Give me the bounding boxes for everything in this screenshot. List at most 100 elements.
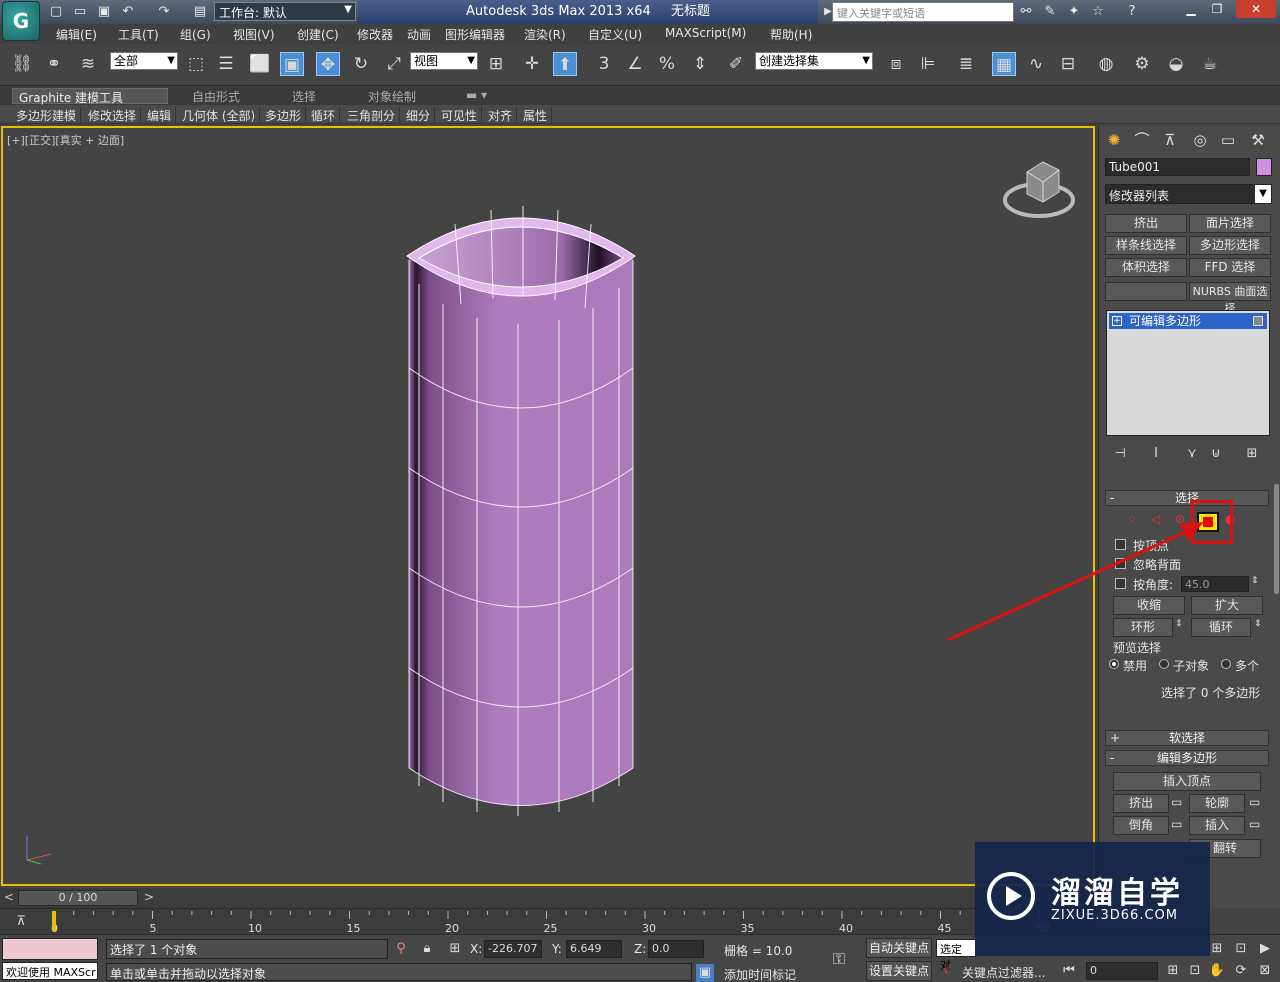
extrude-settings-icon[interactable]: ▭ — [1171, 795, 1182, 809]
ribbon-loops[interactable]: 循环 — [307, 107, 341, 124]
vertex-icon[interactable]: ⁘ — [1127, 512, 1137, 526]
menu-tools[interactable]: 工具(T) — [118, 26, 159, 43]
menu-customize[interactable]: 自定义(U) — [588, 26, 642, 43]
spinner-arrows-icon[interactable]: ⇕ — [1251, 576, 1259, 586]
pivot-center-icon[interactable]: ⊞ — [484, 52, 508, 76]
extrude-modifier-button[interactable]: 挤出 — [1105, 214, 1187, 233]
time-config-icon[interactable]: ⊞ — [1164, 962, 1182, 980]
lock-selection-icon[interactable]: 🔒︎ — [418, 940, 436, 958]
percent-snap-icon[interactable]: % — [655, 52, 679, 76]
selection-rollout-header[interactable]: - 选择 — [1105, 490, 1269, 506]
object-color-swatch[interactable] — [1256, 158, 1272, 176]
bevel-settings-icon[interactable]: ▭ — [1171, 817, 1182, 831]
workspace-dropdown[interactable]: 工作台: 默认 ▼ — [214, 2, 356, 21]
rendered-frame-window-icon[interactable]: ◒ — [1164, 52, 1188, 76]
tab-graphite-modeling[interactable]: Graphite 建模工具 — [12, 88, 168, 105]
ribbon-modify-selection[interactable]: 修改选择 — [84, 107, 142, 124]
select-and-link-icon[interactable]: ⛓ — [10, 52, 34, 76]
zoom-extents-icon[interactable]: ⊡ — [1186, 962, 1204, 980]
ribbon-properties[interactable]: 属性 — [519, 107, 553, 124]
spinner-snap-icon[interactable]: ⇕ — [688, 52, 712, 76]
nurbs-surface-select-button[interactable]: NURBS 曲面选择 — [1189, 282, 1271, 315]
mirror-icon[interactable]: ⧈ — [884, 52, 908, 76]
object-name-field[interactable]: Tube001 — [1105, 158, 1250, 176]
show-end-result-icon[interactable]: Ⅰ — [1147, 446, 1165, 464]
vol-select-button[interactable]: 体积选择 — [1105, 258, 1187, 277]
add-time-tag-icon[interactable]: ▣ — [696, 964, 714, 982]
window-crossing-icon[interactable]: ▣ — [280, 52, 304, 76]
maximize-icon[interactable]: ❐ — [1204, 0, 1230, 18]
curve-editor-icon[interactable]: ∿ — [1024, 52, 1048, 76]
close-icon[interactable]: ✕ — [1236, 0, 1276, 18]
next-frame-icon[interactable]: > — [144, 890, 154, 904]
menu-maxscript[interactable]: MAXScript(M) — [665, 26, 746, 40]
time-slider[interactable]: < 0 / 100 > — [0, 888, 1096, 908]
align-icon[interactable]: ⊫ — [916, 52, 940, 76]
menu-views[interactable]: 视图(V) — [233, 26, 275, 43]
keyboard-shortcut-override-icon[interactable]: ⬆ — [553, 52, 577, 76]
undo-icon[interactable]: ↶ — [120, 4, 136, 20]
menu-create[interactable]: 创建(C) — [297, 26, 339, 43]
make-unique-icon[interactable]: ⋎ — [1183, 446, 1201, 464]
ring-button[interactable]: 环形 — [1113, 618, 1173, 637]
by-vertex-checkbox[interactable] — [1115, 539, 1126, 550]
menu-modifiers[interactable]: 修改器 — [357, 26, 393, 43]
ribbon-visibility[interactable]: 可见性 — [437, 107, 483, 124]
current-frame-marker[interactable] — [52, 911, 56, 931]
field-of-view-icon[interactable]: ▶ — [1256, 940, 1274, 958]
create-tab-icon[interactable]: ✺ — [1103, 129, 1125, 151]
ribbon-options-icon[interactable]: ▬ ▾ — [460, 88, 493, 104]
select-object-icon[interactable]: ⬚ — [184, 52, 208, 76]
ribbon-edit[interactable]: 编辑 — [143, 107, 177, 124]
by-angle-checkbox[interactable] — [1115, 578, 1126, 589]
empty-modifier-button[interactable] — [1105, 282, 1187, 301]
soft-selection-rollout-header[interactable]: + 软选择 — [1105, 730, 1269, 746]
preview-disabled-radio[interactable] — [1109, 659, 1119, 669]
search-input[interactable]: 键入关键字或短语 — [832, 2, 1014, 22]
preview-multi-radio[interactable] — [1221, 659, 1231, 669]
modifier-list-dropdown[interactable]: 修改器列表 ▼ — [1105, 184, 1272, 204]
selected-set-dropdown[interactable]: 选定对 — [936, 939, 976, 972]
minimize-icon[interactable]: ▁ — [1178, 0, 1204, 18]
tab-selection[interactable]: 选择 — [286, 88, 322, 104]
menu-help[interactable]: 帮助(H) — [770, 26, 812, 43]
menu-graph-editors[interactable]: 图形编辑器 — [445, 26, 505, 43]
spline-select-button[interactable]: 样条线选择 — [1105, 236, 1187, 255]
inset-button[interactable]: 插入 — [1189, 816, 1245, 835]
zoom-extents-selected-icon[interactable]: ⊡ — [1232, 940, 1250, 958]
reference-coordinate-dropdown[interactable]: 视图 ▼ — [410, 52, 478, 70]
pin-stack-icon[interactable]: ⊣ — [1111, 446, 1129, 464]
save-file-icon[interactable]: ▣ — [96, 4, 112, 20]
previous-frame-icon[interactable]: < — [4, 890, 14, 904]
stack-item-editable-poly[interactable]: + 可编辑多边形 — [1109, 313, 1267, 329]
menu-edit[interactable]: 编辑(E) — [56, 26, 97, 43]
menu-group[interactable]: 组(G) — [180, 26, 211, 43]
help-icon[interactable]: ? — [1124, 4, 1140, 20]
modify-tab-icon[interactable]: ⌒ — [1131, 129, 1153, 151]
remove-modifier-icon[interactable]: ⊍ — [1207, 446, 1225, 464]
ribbon-tris[interactable]: 三角剖分 — [343, 107, 401, 124]
angle-spinner[interactable]: 45.0 — [1181, 576, 1249, 592]
auto-key-button[interactable]: 自动关键点 — [866, 938, 932, 958]
render-setup-icon[interactable]: ⚙ — [1130, 52, 1154, 76]
pan-view-icon[interactable]: ✋ — [1208, 962, 1226, 980]
angle-snap-icon[interactable]: ∠ — [623, 52, 647, 76]
loop-button[interactable]: 循环 — [1191, 618, 1251, 637]
utilities-tab-icon[interactable]: ⚒ — [1247, 129, 1269, 151]
ignore-backfacing-checkbox[interactable] — [1115, 558, 1126, 569]
stack-toggle-icon[interactable] — [1253, 316, 1263, 326]
edit-named-selection-icon[interactable]: ✐ — [724, 52, 748, 76]
material-editor-icon[interactable]: ◍ — [1094, 52, 1118, 76]
y-coordinate-field[interactable]: 6.649 — [566, 940, 622, 958]
inset-settings-icon[interactable]: ▭ — [1249, 817, 1260, 831]
configure-modifier-sets-icon[interactable]: ⊞ — [1243, 446, 1261, 464]
maxscript-listener-pink[interactable] — [2, 938, 98, 960]
unlink-icon[interactable]: ⚭ — [42, 52, 66, 76]
ribbon-geometry-all[interactable]: 几何体 (全部) — [178, 107, 261, 124]
hierarchy-tab-icon[interactable]: ⊼ — [1159, 129, 1181, 151]
tab-freeform[interactable]: 自由形式 — [186, 88, 246, 104]
ffd-select-button[interactable]: FFD 选择 — [1189, 258, 1271, 277]
outline-button[interactable]: 轮廓 — [1189, 794, 1245, 813]
view-cube[interactable] — [1003, 161, 1075, 218]
select-by-name-icon[interactable]: ☰ — [214, 52, 238, 76]
